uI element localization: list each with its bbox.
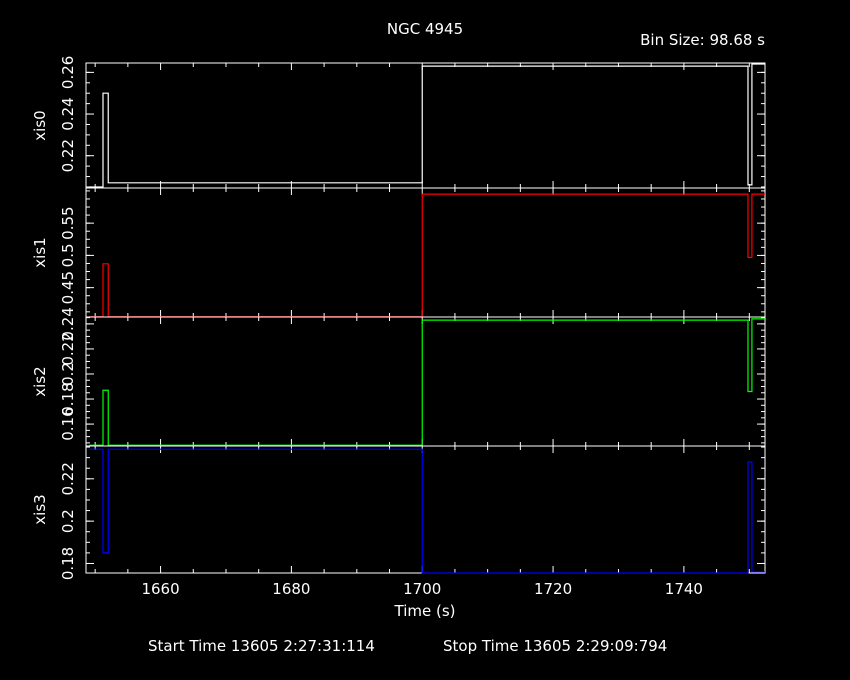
y-tick-label-xis3: 0.22 bbox=[59, 462, 77, 495]
series-line-xis2 bbox=[89, 318, 765, 446]
y-tick-label-xis0: 0.24 bbox=[59, 97, 77, 130]
y-tick-label-xis2: 0.24 bbox=[59, 307, 77, 340]
bin-size-label: Bin Size: 98.68 s bbox=[640, 31, 765, 49]
y-tick-label-xis1: 0.55 bbox=[59, 206, 77, 239]
stop-time-label: Stop Time 13605 2:29:09:794 bbox=[443, 637, 667, 655]
start-time-label: Start Time 13605 2:27:31:114 bbox=[148, 637, 375, 655]
panel-frame-xis2 bbox=[85, 316, 766, 447]
panels-group: 0.220.240.26xis00.450.50.55xis10.160.180… bbox=[31, 56, 766, 598]
y-tick-label-xis1: 0.45 bbox=[59, 271, 77, 304]
plot-title: NGC 4945 bbox=[387, 20, 463, 38]
y-tick-label-xis0: 0.22 bbox=[59, 139, 77, 172]
y-axis-label-xis1: xis1 bbox=[31, 237, 49, 267]
panel-frame-xis3 bbox=[85, 445, 766, 574]
series-line-xis3 bbox=[89, 448, 765, 574]
y-axis-label-xis3: xis3 bbox=[31, 494, 49, 524]
y-tick-label-xis3: 0.2 bbox=[59, 509, 77, 533]
x-tick-label: 1680 bbox=[272, 580, 310, 598]
series-line-xis1 bbox=[89, 193, 765, 318]
panel-frame-xis0 bbox=[85, 62, 766, 189]
series-line-xis0 bbox=[89, 63, 765, 188]
x-tick-label: 1660 bbox=[141, 580, 179, 598]
y-tick-label-xis0: 0.26 bbox=[59, 56, 77, 89]
y-tick-label-xis2: 0.18 bbox=[59, 382, 77, 415]
x-tick-label: 1740 bbox=[665, 580, 703, 598]
x-tick-label: 1700 bbox=[403, 580, 441, 598]
x-axis-label: Time (s) bbox=[394, 602, 456, 620]
panel-frame-xis1 bbox=[85, 187, 766, 318]
y-axis-label-xis2: xis2 bbox=[31, 366, 49, 396]
y-axis-label-xis0: xis0 bbox=[31, 110, 49, 140]
y-tick-label-xis1: 0.5 bbox=[59, 243, 77, 267]
x-tick-label: 1720 bbox=[534, 580, 572, 598]
lightcurve-plot: NGC 4945 Bin Size: 98.68 s 0.22 0.24 0.26 x… bbox=[31, 20, 766, 655]
y-tick-label-xis3: 0.18 bbox=[59, 547, 77, 580]
